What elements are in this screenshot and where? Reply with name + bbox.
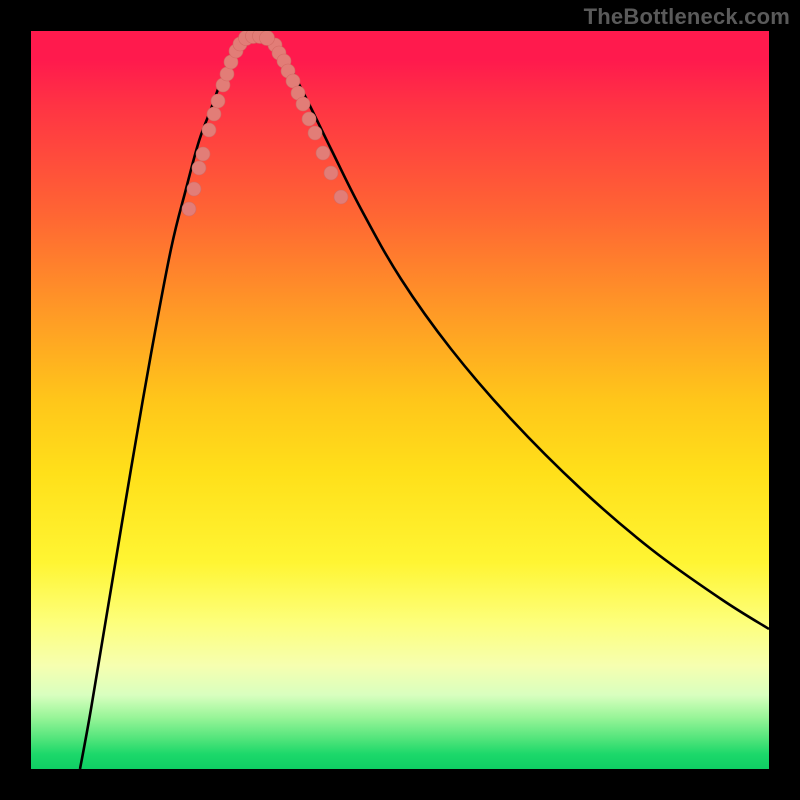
curve-layer	[31, 31, 769, 769]
data-dot	[296, 97, 310, 111]
data-dot	[211, 94, 225, 108]
data-dot	[207, 107, 221, 121]
data-dot	[192, 161, 206, 175]
data-dot	[324, 166, 338, 180]
data-dot	[316, 146, 330, 160]
curve-left-arm	[80, 39, 245, 769]
data-dot	[196, 147, 210, 161]
bottleneck-curve	[80, 35, 769, 769]
data-dot	[308, 126, 322, 140]
data-dot	[187, 182, 201, 196]
chart-frame: TheBottleneck.com	[0, 0, 800, 800]
data-dot	[260, 31, 275, 46]
data-dot	[302, 112, 316, 126]
data-dot	[202, 123, 216, 137]
data-dots	[182, 31, 348, 216]
plot-area	[31, 31, 769, 769]
data-dot	[334, 190, 348, 204]
data-dot	[182, 202, 196, 216]
curve-right-arm	[268, 39, 769, 629]
watermark-text: TheBottleneck.com	[584, 4, 790, 30]
